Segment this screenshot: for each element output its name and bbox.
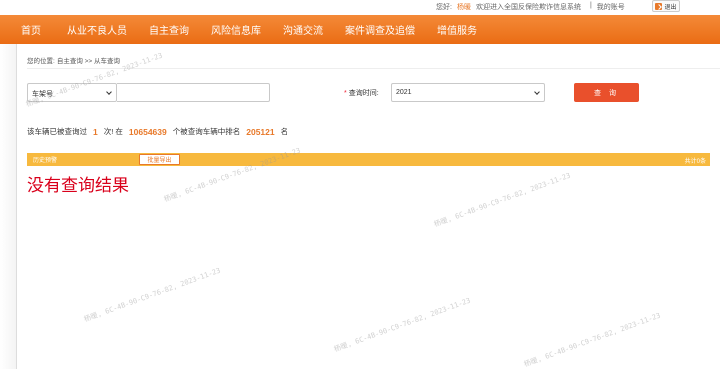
query-stats: 该车辆已被查询过 1 次! 在 10654639 个被查询车辆中排名 20512… [27,126,288,137]
my-account-link[interactable]: 我的账号 [597,2,625,12]
greeting-text: 您好: [436,4,452,11]
watermark: 杨暖, 6C-4B-90-C9-76-82, 2023-11-23 [82,266,222,324]
results-title: 历史预警 [33,158,58,164]
chevron-down-icon [106,89,112,95]
watermark: 杨暖, 6C-4B-90-C9-76-82, 2023-11-23 [332,296,472,354]
nav-item-home[interactable]: 首页 [11,22,56,37]
logout-label: 退出 [664,4,677,11]
filter-row: 车架号 * 查询时间: 2021 查 询 [27,83,720,102]
stats-mid2: 个被查询车辆中排名 [172,127,241,136]
stats-suffix: 名 [280,127,289,136]
welcome-text: 欢迎进入全国反保险欺诈信息系统 [475,4,581,11]
logout-icon [655,2,663,10]
rank-number: 205121 [246,126,275,137]
breadcrumb-path[interactable]: 自主查询 >> 从车查询 [57,55,120,65]
search-button[interactable]: 查 询 [574,83,639,102]
logout-button[interactable]: 退出 [652,0,680,12]
results-total: 共计0条 [684,159,706,165]
query-time-label: * 查询时间: [344,88,379,98]
vin-input[interactable] [117,83,270,102]
chevron-down-icon [534,89,540,95]
watermark: 杨暖, 6C-4B-90-C9-76-82, 2023-11-23 [522,311,662,369]
sidebar-divider [16,44,17,369]
main-nav: 首页 从业不良人员 自主查询 风险信息库 沟通交流 案件调查及追偿 增值服务 [0,15,720,44]
breadcrumb-label: 您的位置: [27,58,55,65]
watermark: 杨暖, 6C-4B-90-C9-76-82, 2023-11-23 [432,171,572,229]
nav-item-value-added[interactable]: 增值服务 [426,22,488,37]
nav-item-risk-database[interactable]: 风险信息库 [200,22,272,37]
year-value: 2021 [396,89,412,96]
top-bar: 您好: 杨暖 欢迎进入全国反保险欺诈信息系统 | 我的账号 退出 [0,0,720,15]
sidebar-collapsed [0,44,16,369]
nav-item-self-query[interactable]: 自主查询 [138,22,200,37]
username[interactable]: 杨暖 [457,2,471,12]
total-vehicles: 10654639 [128,126,167,137]
stats-prefix: 该车辆已被查询过 [27,127,87,136]
stats-mid1: 次! 在 [103,127,123,136]
nav-item-bad-practitioners[interactable]: 从业不良人员 [56,22,138,37]
export-button[interactable]: 批量导出 [139,154,180,165]
breadcrumb: 您的位置: 自主查询 >> 从车查询 [27,55,120,65]
empty-message: 没有查询结果 [27,176,129,196]
results-header: 历史预警 批量导出 共计0条 [27,153,710,166]
divider: | [589,2,592,9]
nav-item-case-investigation[interactable]: 案件调查及追偿 [334,22,426,37]
required-marker: * [344,90,347,97]
year-select[interactable]: 2021 [391,83,545,102]
query-time-label-text: 查询时间: [348,90,379,97]
query-times: 1 [93,126,98,137]
nav-item-communication[interactable]: 沟通交流 [272,22,334,37]
